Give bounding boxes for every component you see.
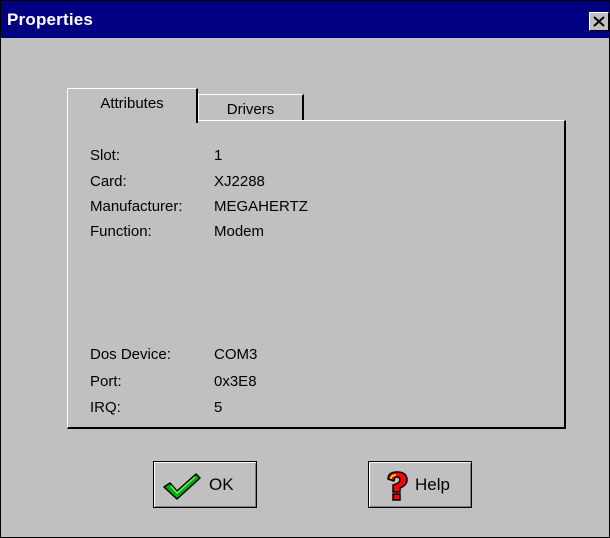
checkmark-icon: [163, 473, 201, 500]
help-button[interactable]: Help: [368, 461, 472, 508]
slot-label: Slot:: [90, 147, 121, 164]
manufacturer-label: Manufacturer:: [90, 198, 183, 215]
card-value: XJ2288: [214, 173, 265, 190]
port-value: 0x3E8: [214, 373, 257, 390]
function-value: Modem: [214, 223, 265, 240]
function-label: Function:: [90, 223, 152, 240]
tab-drivers[interactable]: Drivers: [198, 94, 304, 120]
question-mark-icon: [387, 471, 408, 501]
ok-button[interactable]: OK: [153, 461, 257, 508]
tab-attributes-label: Attributes: [100, 95, 164, 112]
close-button[interactable]: [589, 12, 609, 31]
card-label: Card:: [90, 173, 127, 190]
dos-device-label: Dos Device:: [90, 346, 171, 363]
ok-button-label: OK: [209, 475, 234, 494]
irq-value: 5: [214, 399, 223, 416]
close-icon: [593, 16, 605, 27]
tab-drivers-label: Drivers: [226, 101, 275, 118]
irq-label: IRQ:: [90, 399, 121, 416]
attributes-panel: [67, 120, 566, 429]
port-label: Port:: [90, 373, 122, 390]
title-bar[interactable]: Properties: [1, 1, 609, 38]
window-title: Properties: [7, 10, 94, 29]
dos-device-value: COM3: [214, 346, 258, 363]
slot-value: 1: [214, 147, 223, 164]
tab-attributes[interactable]: Attributes: [67, 88, 198, 123]
properties-dialog: Properties Attributes Drivers Slot: 1 Ca…: [0, 0, 610, 538]
manufacturer-value: MEGAHERTZ: [214, 198, 308, 215]
help-button-label: Help: [415, 475, 450, 494]
